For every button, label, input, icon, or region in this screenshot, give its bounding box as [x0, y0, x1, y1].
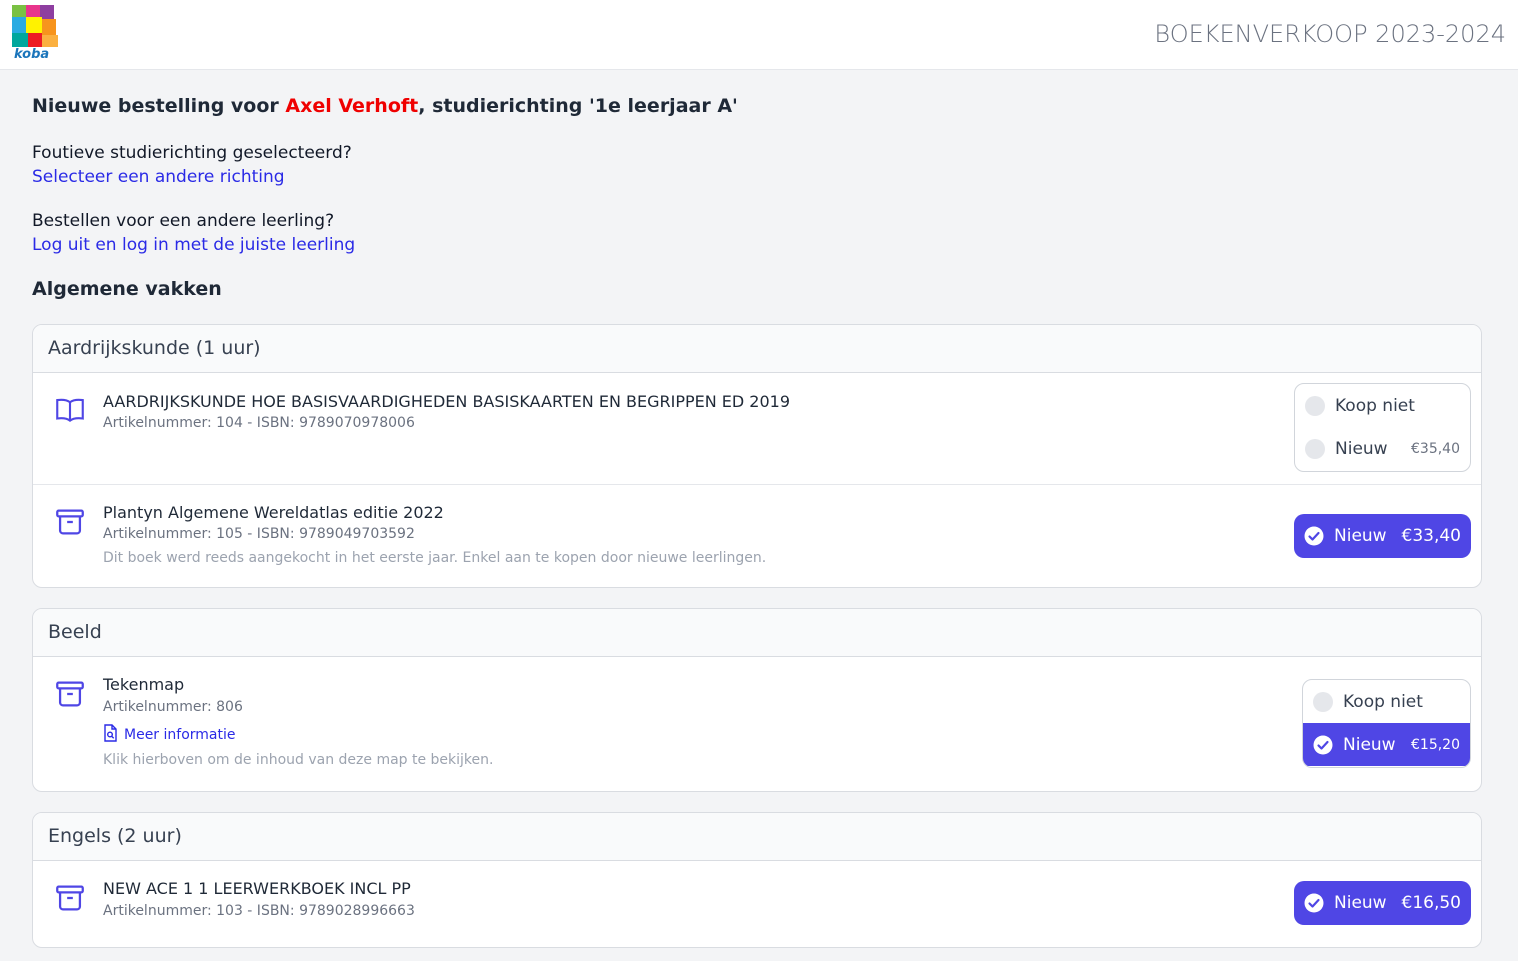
option-price: €33,40: [1401, 526, 1461, 546]
option-koop-niet[interactable]: Koop niet: [1303, 680, 1470, 723]
radio-icon[interactable]: [1305, 395, 1325, 416]
option-price: €16,50: [1401, 893, 1461, 913]
course-card-aardrijkskunde: Aardrijkskunde (1 uur) AARDRIJKSKUNDE HO…: [32, 324, 1482, 588]
option-label: Nieuw: [1334, 526, 1387, 546]
option-label: Koop niet: [1335, 395, 1415, 416]
other-student-question: Bestellen voor een andere leerling?: [32, 211, 335, 231]
item-note: Klik hierboven om de inhoud van deze map…: [103, 752, 494, 768]
heading-suffix: , studierichting '1e leerjaar A': [418, 95, 738, 117]
selected-nieuw-button[interactable]: Nieuw €33,40: [1294, 514, 1471, 558]
item-title: NEW ACE 1 1 LEERWERKBOEK INCL PP: [103, 879, 411, 898]
course-card-engels: Engels (2 uur) NEW ACE 1 1 LEERWERKBOEK …: [32, 812, 1482, 948]
archive-box-icon: [56, 509, 84, 535]
item-sub: Artikelnummer: 806: [103, 699, 243, 715]
list-item: Plantyn Algemene Wereldatlas editie 2022…: [33, 484, 1481, 587]
course-title: Engels (2 uur): [33, 813, 1481, 861]
option-label: Nieuw: [1343, 734, 1396, 755]
course-title: Beeld: [33, 609, 1481, 657]
purchase-options: Koop niet Nieuw €35,40: [1294, 383, 1471, 472]
check-circle-icon: [1313, 735, 1333, 754]
more-info-label: Meer informatie: [124, 727, 236, 743]
course-card-beeld: Beeld Tekenmap Artikelnummer: 806 Meer i…: [32, 608, 1482, 792]
selected-nieuw-button[interactable]: Nieuw €16,50: [1294, 881, 1471, 925]
radio-icon[interactable]: [1313, 691, 1333, 712]
student-name: Axel Verhoft: [285, 95, 419, 117]
logo-text: koba: [14, 47, 49, 61]
top-bar: koba BOEKENVERKOOP 2023-2024: [0, 0, 1518, 70]
radio-icon[interactable]: [1305, 438, 1325, 459]
order-heading: Nieuwe bestelling voor Axel Verhoft, stu…: [32, 95, 738, 117]
logout-link[interactable]: Log uit en log in met de juiste leerling: [32, 235, 355, 255]
koba-logo[interactable]: koba: [10, 3, 62, 62]
option-label: Koop niet: [1343, 691, 1423, 712]
option-nieuw[interactable]: Nieuw €35,40: [1295, 427, 1470, 470]
list-item: Tekenmap Artikelnummer: 806 Meer informa…: [33, 657, 1481, 791]
option-label: Nieuw: [1334, 893, 1387, 913]
more-info-link[interactable]: Meer informatie: [103, 724, 236, 743]
book-icon: [56, 398, 84, 422]
archive-box-icon: [56, 681, 84, 707]
item-title: Tekenmap: [103, 675, 185, 694]
app-title: BOEKENVERKOOP 2023-2024: [1154, 20, 1506, 48]
section-title: Algemene vakken: [32, 278, 222, 300]
option-koop-niet[interactable]: Koop niet: [1295, 384, 1470, 427]
check-circle-icon: [1304, 526, 1324, 546]
course-title: Aardrijkskunde (1 uur): [33, 325, 1481, 373]
select-other-direction-link[interactable]: Selecteer een andere richting: [32, 167, 285, 187]
heading-prefix: Nieuwe bestelling voor: [32, 95, 286, 117]
check-circle-icon: [1304, 893, 1324, 913]
option-price: €35,40: [1411, 440, 1460, 457]
document-search-icon: [104, 724, 117, 742]
item-sub: Artikelnummer: 104 - ISBN: 9789070978006: [103, 415, 415, 431]
item-title: Plantyn Algemene Wereldatlas editie 2022: [103, 503, 444, 522]
item-note: Dit boek werd reeds aangekocht in het ee…: [103, 550, 767, 566]
option-price: €15,20: [1411, 736, 1460, 753]
item-sub: Artikelnummer: 103 - ISBN: 9789028996663: [103, 903, 415, 919]
archive-box-icon: [56, 885, 84, 911]
option-label: Nieuw: [1335, 438, 1388, 459]
item-title: AARDRIJKSKUNDE HOE BASISVAARDIGHEDEN BAS…: [103, 392, 791, 411]
list-item: AARDRIJKSKUNDE HOE BASISVAARDIGHEDEN BAS…: [33, 373, 1481, 484]
item-sub: Artikelnummer: 105 - ISBN: 9789049703592: [103, 526, 415, 542]
option-nieuw[interactable]: Nieuw €15,20: [1303, 723, 1470, 766]
list-item: NEW ACE 1 1 LEERWERKBOEK INCL PP Artikel…: [33, 861, 1481, 947]
purchase-options: Koop niet Nieuw €15,20: [1302, 679, 1471, 768]
wrong-direction-question: Foutieve studierichting geselecteerd?: [32, 143, 352, 163]
